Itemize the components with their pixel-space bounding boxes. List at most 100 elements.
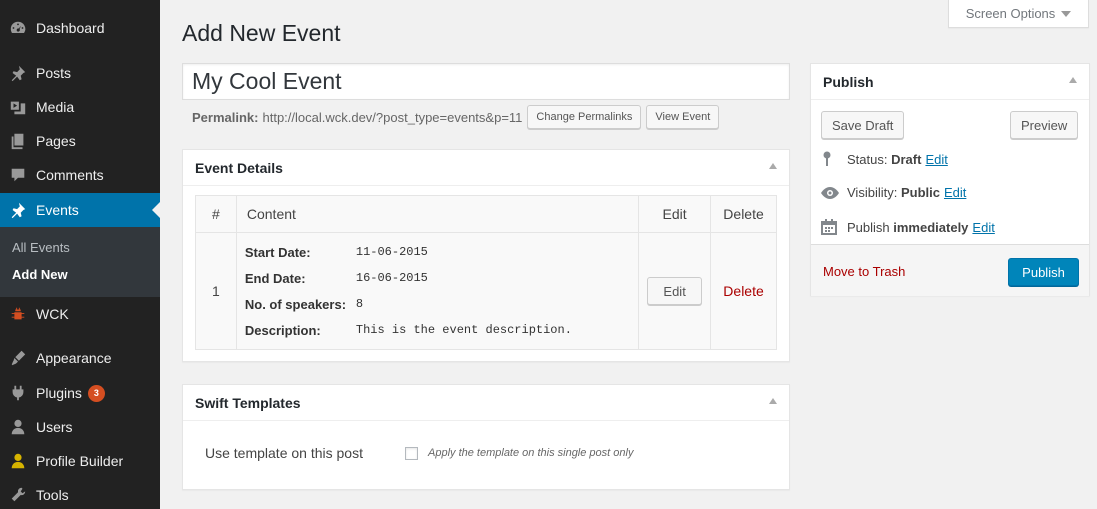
collapse-toggle-icon[interactable]	[1069, 77, 1077, 83]
status-value: Draft	[891, 151, 922, 167]
field-value: This is the event description.	[355, 323, 572, 337]
field-value: 16-06-2015	[355, 271, 428, 285]
pages-icon	[0, 132, 36, 150]
schedule-row: Publish immediately Edit	[821, 219, 995, 235]
field-speakers: No. of speakers: 8	[245, 291, 630, 317]
publish-header[interactable]: Publish	[811, 64, 1089, 100]
swift-templates-box: Swift Templates Use template on this pos…	[182, 384, 790, 490]
delete-entry-link[interactable]: Delete	[723, 283, 763, 299]
field-value: 8	[355, 297, 364, 311]
sidebar-item-wck[interactable]: WCK	[0, 297, 160, 331]
sidebar-item-appearance[interactable]: Appearance	[0, 341, 160, 375]
event-details-table: # Content Edit Delete 1 Start Date: 11-0…	[195, 195, 777, 350]
sidebar-item-profile-builder[interactable]: Profile Builder	[0, 444, 160, 478]
wrench-icon	[0, 486, 36, 504]
sidebar-item-label: Media	[36, 99, 75, 115]
pin-icon	[0, 201, 36, 219]
sidebar-item-label: Posts	[36, 65, 72, 81]
sidebar-item-label: Events	[36, 202, 79, 218]
sidebar-item-comments[interactable]: Comments	[0, 158, 160, 192]
collapse-toggle-icon[interactable]	[769, 398, 777, 404]
sidebar-item-label: Appearance	[36, 350, 112, 366]
sidebar-item-label: Profile Builder	[36, 453, 124, 469]
edit-schedule-link[interactable]: Edit	[972, 220, 994, 235]
screen-options-button[interactable]: Screen Options	[948, 0, 1089, 28]
calendar-icon	[821, 219, 847, 235]
users-icon	[0, 418, 36, 436]
view-event-button[interactable]: View Event	[646, 105, 720, 129]
edit-entry-button[interactable]: Edit	[647, 277, 703, 305]
pin-icon	[0, 64, 36, 82]
post-title-input[interactable]	[182, 63, 790, 100]
change-permalinks-button[interactable]: Change Permalinks	[527, 105, 642, 129]
event-details-box: Event Details # Content Edit Delete 1 St…	[182, 149, 790, 362]
permalink-row: Permalink: http://local.wck.dev/?post_ty…	[192, 105, 720, 129]
permalink-url[interactable]: http://local.wck.dev/?post_type=events&p…	[262, 110, 522, 125]
brush-icon	[0, 349, 36, 367]
pin-icon	[821, 151, 847, 167]
sidebar-item-dashboard[interactable]: Dashboard	[0, 11, 160, 45]
column-header-content: Content	[235, 195, 640, 233]
sidebar-item-events[interactable]: Events	[0, 193, 160, 227]
field-end-date: End Date: 16-06-2015	[245, 265, 630, 291]
collapse-toggle-icon[interactable]	[769, 163, 777, 169]
column-header-edit: Edit	[638, 195, 712, 233]
sidebar-item-label: Pages	[36, 133, 76, 149]
profile-icon	[0, 452, 36, 470]
field-label: Start Date:	[244, 244, 311, 260]
publish-button[interactable]: Publish	[1008, 258, 1079, 286]
events-submenu: All Events Add New	[0, 227, 160, 297]
move-to-trash-link[interactable]: Move to Trash	[823, 264, 905, 279]
edit-visibility-link[interactable]: Edit	[944, 185, 966, 200]
plugin-icon	[0, 384, 36, 402]
swift-templates-header[interactable]: Swift Templates	[183, 385, 789, 421]
sidebar-item-pages[interactable]: Pages	[0, 124, 160, 158]
submenu-add-new[interactable]: Add New	[12, 267, 68, 282]
row-number: 1	[195, 232, 237, 350]
schedule-value: immediately	[893, 219, 969, 235]
apply-template-description: Apply the template on this single post o…	[428, 447, 634, 459]
update-count-badge: 3	[87, 384, 105, 402]
preview-button[interactable]: Preview	[1010, 111, 1079, 139]
submenu-all-events[interactable]: All Events	[12, 240, 70, 255]
row-edit-cell: Edit	[638, 232, 712, 350]
permalink-label: Permalink:	[192, 109, 259, 125]
field-description: Description: This is the event descripti…	[245, 317, 630, 343]
publish-title: Publish	[823, 73, 874, 90]
sidebar-item-users[interactable]: Users	[0, 410, 160, 444]
visibility-value: Public	[900, 185, 940, 200]
swift-templates-title: Swift Templates	[195, 394, 301, 411]
visibility-label: Visibility:	[847, 185, 898, 200]
sidebar-item-label: Comments	[36, 167, 104, 183]
sidebar-item-label: Users	[36, 419, 73, 435]
save-draft-button[interactable]: Save Draft	[821, 111, 905, 139]
schedule-label: Publish	[847, 219, 890, 235]
sidebar-item-tools[interactable]: Tools	[0, 478, 160, 509]
visibility-row: Visibility: Public Edit	[821, 185, 966, 200]
sidebar-item-label: WCK	[36, 306, 69, 322]
sidebar-item-label: Tools	[36, 487, 69, 503]
column-header-number: #	[195, 195, 237, 233]
chevron-down-icon	[1061, 10, 1072, 17]
post-status-row: Status: Draft Edit	[821, 151, 948, 167]
sidebar-item-label: Plugins	[36, 385, 82, 401]
eye-icon	[821, 186, 847, 199]
status-label: Status:	[847, 151, 888, 167]
field-label: End Date:	[244, 270, 306, 286]
event-details-title: Event Details	[195, 159, 283, 176]
dashboard-icon	[0, 19, 36, 37]
sidebar-item-posts[interactable]: Posts	[0, 56, 160, 90]
event-details-header[interactable]: Event Details	[183, 150, 789, 186]
sidebar-item-media[interactable]: Media	[0, 90, 160, 124]
admin-sidebar: Dashboard Posts Media Pages Comments Eve…	[0, 0, 160, 509]
field-start-date: Start Date: 11-06-2015	[245, 239, 630, 265]
sidebar-item-plugins[interactable]: Plugins 3	[0, 376, 160, 410]
field-label: No. of speakers:	[244, 296, 347, 312]
field-label: Description:	[244, 322, 321, 338]
publish-box: Publish Save Draft Preview Status: Draft…	[810, 63, 1090, 296]
apply-template-checkbox[interactable]	[405, 447, 418, 460]
edit-status-link[interactable]: Edit	[925, 152, 947, 167]
row-delete-cell: Delete	[710, 232, 777, 350]
screen-options-label: Screen Options	[965, 6, 1056, 21]
bug-icon	[0, 305, 36, 323]
